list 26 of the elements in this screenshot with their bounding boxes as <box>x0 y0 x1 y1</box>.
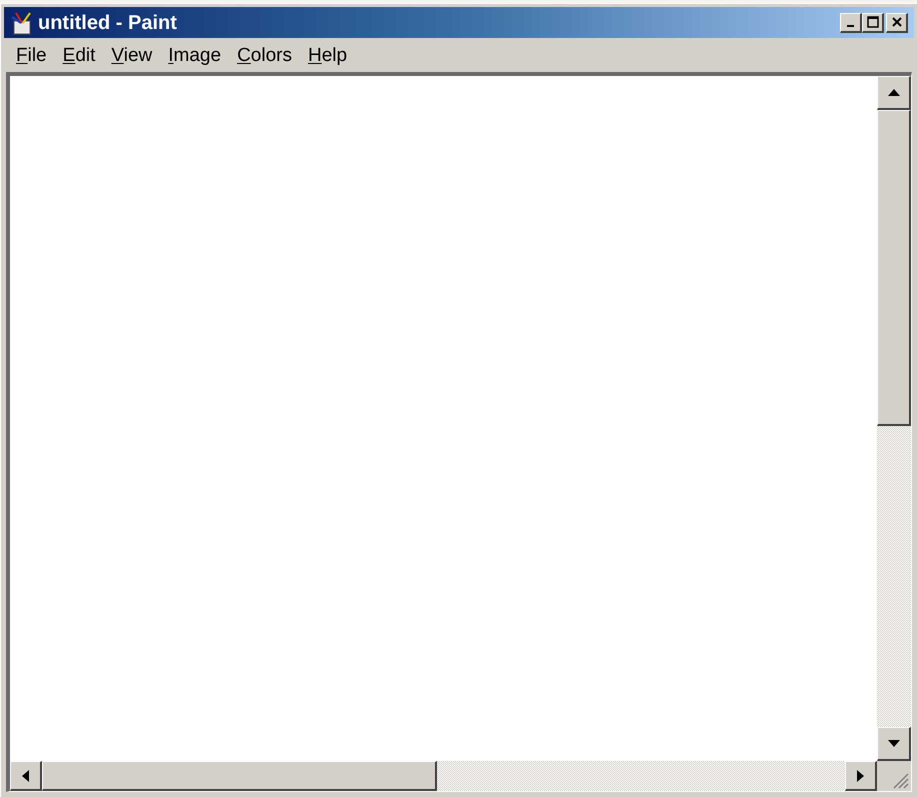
maximize-icon <box>866 16 878 28</box>
down-arrow-icon <box>888 740 900 747</box>
menu-item[interactable]: File <box>8 46 55 64</box>
scroll-thumb[interactable] <box>877 110 911 426</box>
window-title: untitled - Paint <box>38 12 177 32</box>
resize-grip-icon[interactable] <box>891 771 909 789</box>
scroll-thumb[interactable] <box>42 761 437 791</box>
scroll-up-button[interactable] <box>877 76 911 110</box>
up-arrow-icon <box>888 89 900 96</box>
close-icon <box>890 16 902 28</box>
vertical-scrollbar[interactable] <box>877 76 911 761</box>
close-button[interactable] <box>886 12 908 32</box>
right-arrow-icon <box>857 770 864 782</box>
minimize-button[interactable] <box>840 12 862 32</box>
menu-item[interactable]: Image <box>160 46 230 64</box>
menu-item[interactable]: Colors <box>229 46 300 64</box>
horizontal-scrollbar[interactable] <box>10 761 877 791</box>
maximize-button[interactable] <box>862 12 884 32</box>
menu-item[interactable]: View <box>103 46 160 64</box>
minimize-icon <box>847 24 854 26</box>
menu-item[interactable]: Help <box>300 46 356 64</box>
menu-item[interactable]: Edit <box>54 46 104 64</box>
scroll-left-button[interactable] <box>10 761 42 791</box>
left-arrow-icon <box>22 770 29 782</box>
scroll-right-button[interactable] <box>845 761 877 791</box>
scroll-down-button[interactable] <box>877 727 911 761</box>
